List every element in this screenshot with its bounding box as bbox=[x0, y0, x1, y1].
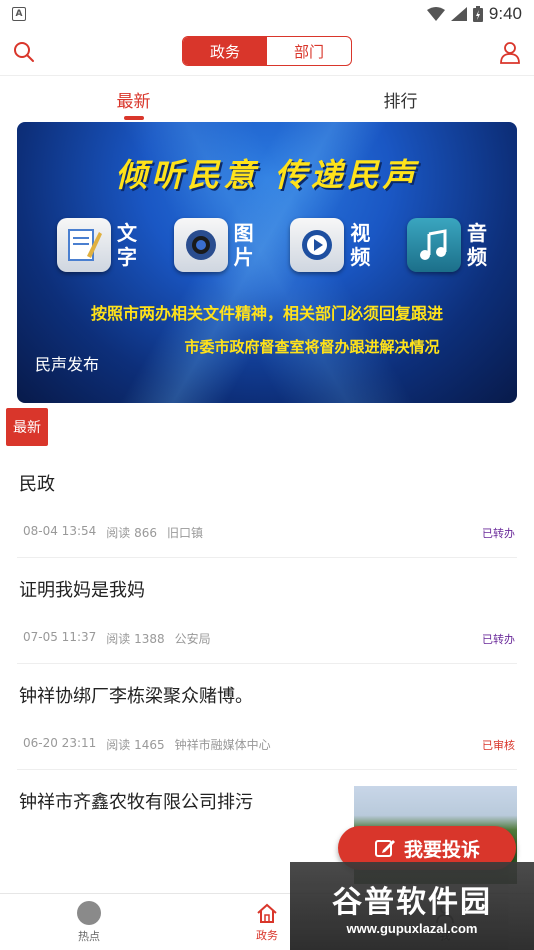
segment-bumen[interactable]: 部门 bbox=[267, 37, 351, 65]
news-reads: 阅读 1465 bbox=[106, 738, 165, 752]
news-meta: 06-20 23:11 阅读 1465 钟祥市融媒体中心 bbox=[23, 736, 271, 753]
banner-line-1: 按照市两办相关文件精神，相关部门必须回复跟进 bbox=[90, 304, 443, 323]
user-button[interactable] bbox=[496, 38, 524, 66]
news-title: 钟祥市齐鑫农牧有限公司排污 bbox=[19, 792, 253, 813]
edit-icon bbox=[374, 840, 395, 857]
hot-dot-icon bbox=[77, 900, 101, 925]
news-date: 06-20 23:11 bbox=[23, 736, 97, 750]
banner-item-video-char1: 视 bbox=[350, 221, 371, 245]
home-icon bbox=[257, 903, 277, 923]
news-reads: 阅读 866 bbox=[106, 526, 157, 540]
segment-control: 政务 部门 bbox=[182, 36, 352, 66]
news-title: 民政 bbox=[19, 474, 55, 495]
music-note-icon bbox=[406, 218, 461, 272]
tab-latest[interactable]: 最新 bbox=[0, 78, 267, 120]
banner-item-image: 图片 bbox=[173, 218, 254, 272]
wifi-icon bbox=[426, 7, 445, 21]
news-status: 已转办 bbox=[482, 527, 515, 540]
latest-tag: 最新 bbox=[6, 408, 48, 446]
news-title: 钟祥协绑厂李栋梁聚众赌博。 bbox=[19, 686, 253, 707]
news-status: 已审核 bbox=[482, 739, 515, 752]
nav-hot-label: 热点 bbox=[78, 929, 100, 943]
notification-icon: A bbox=[12, 7, 26, 21]
segment-zhengwu[interactable]: 政务 bbox=[183, 37, 267, 65]
sub-tabs: 最新 排行 bbox=[0, 78, 534, 120]
news-item[interactable]: 证明我妈是我妈 07-05 11:37 阅读 1388 公安局 已转办 bbox=[17, 558, 517, 664]
clock: 9:40 bbox=[488, 4, 522, 23]
news-date: 08-04 13:54 bbox=[23, 524, 97, 538]
watermark-title: 谷普软件园 bbox=[332, 884, 492, 920]
watermark-url: www.gupuxlazal.com bbox=[346, 920, 478, 936]
search-button[interactable] bbox=[10, 38, 38, 66]
top-bar: 政务 部门 bbox=[0, 28, 534, 76]
banner-icon-row: 文字 图片 视频 音频 bbox=[57, 218, 487, 272]
signal-icon bbox=[450, 7, 467, 21]
text-pen-icon bbox=[57, 218, 111, 272]
news-item[interactable]: 民政 08-04 13:54 阅读 866 旧口镇 已转办 bbox=[17, 452, 517, 558]
news-source: 旧口镇 bbox=[167, 526, 204, 540]
play-video-icon bbox=[290, 218, 345, 272]
banner-item-audio-char1: 音 bbox=[466, 221, 487, 245]
banner-item-text-char1: 文 bbox=[117, 221, 137, 245]
battery-icon bbox=[472, 6, 483, 22]
nav-hot[interactable]: 热点 bbox=[0, 894, 178, 950]
banner-item-image-char2: 片 bbox=[233, 245, 254, 269]
watermark: 谷普软件园 www.gupuxlazal.com bbox=[290, 862, 534, 950]
news-source: 公安局 bbox=[174, 632, 211, 646]
news-source: 钟祥市融媒体中心 bbox=[174, 738, 271, 752]
news-title: 证明我妈是我妈 bbox=[19, 580, 145, 601]
banner-item-text-char2: 字 bbox=[117, 245, 137, 269]
tab-latest-label: 最新 bbox=[116, 91, 151, 112]
news-status: 已转办 bbox=[482, 633, 515, 646]
tab-ranking[interactable]: 排行 bbox=[267, 78, 534, 120]
news-meta: 07-05 11:37 阅读 1388 公安局 bbox=[23, 630, 211, 647]
news-reads: 阅读 1388 bbox=[106, 632, 165, 646]
banner-headline: 倾听民意 传递民声 bbox=[115, 156, 419, 194]
banner-item-video-char2: 频 bbox=[350, 245, 371, 269]
news-item[interactable]: 钟祥协绑厂李栋梁聚众赌博。 06-20 23:11 阅读 1465 钟祥市融媒体… bbox=[17, 664, 517, 770]
banner[interactable]: 倾听民意 传递民声 文字 图片 视频 音频 按照市两办相关文件精神，相关部门必须… bbox=[17, 122, 517, 403]
status-bar: A 9:40 bbox=[0, 0, 534, 28]
news-meta: 08-04 13:54 阅读 866 旧口镇 bbox=[23, 524, 203, 541]
tab-ranking-label: 排行 bbox=[383, 91, 418, 112]
news-date: 07-05 11:37 bbox=[23, 630, 97, 644]
banner-item-audio-char2: 频 bbox=[466, 245, 487, 269]
banner-item-video: 视频 bbox=[290, 218, 370, 272]
search-icon bbox=[14, 42, 34, 62]
tab-indicator bbox=[123, 116, 144, 120]
banner-caption: 民声发布 bbox=[35, 355, 100, 374]
banner-item-audio: 音频 bbox=[406, 218, 487, 272]
complain-button-label: 我要投诉 bbox=[403, 838, 480, 861]
user-icon bbox=[500, 42, 520, 64]
banner-item-image-char1: 图 bbox=[233, 221, 254, 245]
banner-item-text: 文字 bbox=[57, 218, 137, 272]
camera-icon bbox=[173, 218, 228, 272]
nav-zhengwu-label: 政务 bbox=[256, 928, 278, 942]
